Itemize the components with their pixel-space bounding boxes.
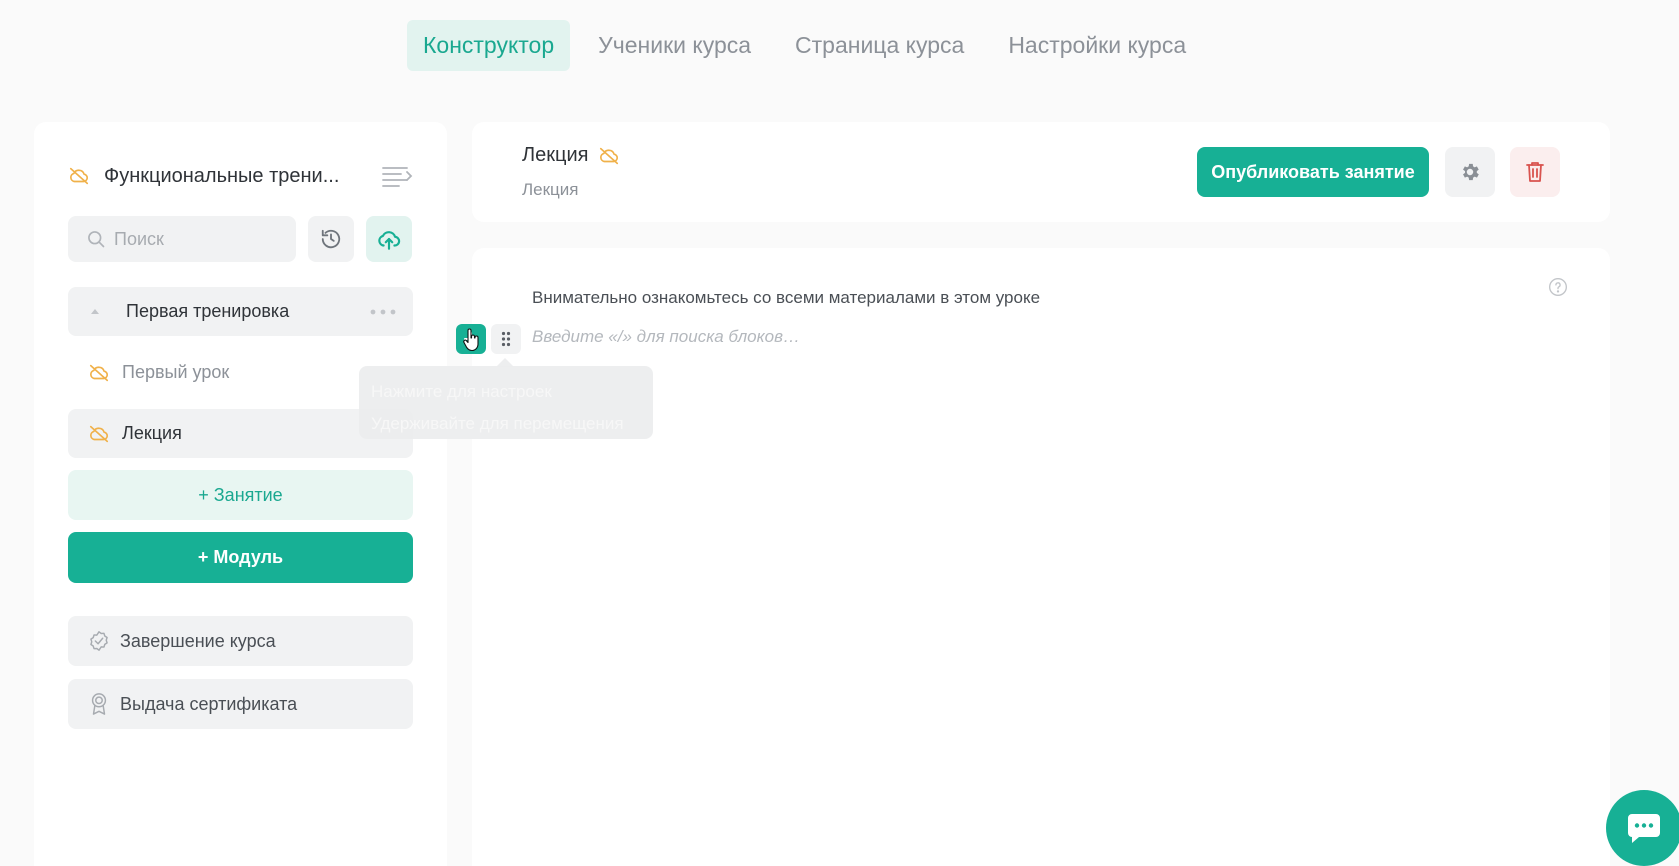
upload-button[interactable] [366, 216, 412, 262]
delete-lesson-button[interactable] [1510, 147, 1560, 197]
search-box [68, 216, 296, 262]
chat-bubble-icon [1626, 811, 1662, 845]
lesson-title-row: Лекция [522, 144, 620, 167]
course-sidebar: Функциональные трени... Поиск Первая тре… [34, 122, 447, 866]
history-button[interactable] [308, 216, 354, 262]
lesson-subtitle: Лекция [522, 180, 579, 199]
add-module-button[interactable]: + Модуль [68, 532, 413, 583]
tab-students[interactable]: Ученики курса [582, 20, 767, 71]
tooltip-line-2: Удерживайте для перемещения [371, 414, 624, 433]
chevron-up-icon[interactable] [90, 308, 100, 316]
course-completion-item[interactable]: Завершение курса [68, 616, 413, 666]
hidden-cloud-icon [598, 145, 620, 167]
cloud-upload-icon [376, 226, 402, 252]
lesson-editor: Внимательно ознакомьтесь со всеми матери… [472, 248, 1610, 866]
tab-constructor[interactable]: Конструктор [407, 20, 571, 71]
publish-lesson-button[interactable]: Опубликовать занятие [1197, 147, 1429, 197]
hidden-cloud-icon [68, 165, 90, 187]
hidden-cloud-icon [88, 423, 110, 445]
block-controls-tooltip: Нажмите для настроек Удерживайте для пер… [359, 366, 653, 439]
award-icon [88, 692, 110, 716]
hidden-cloud-icon [88, 362, 110, 384]
drag-handle-icon [501, 331, 511, 347]
module-label: Первая тренировка [126, 301, 290, 321]
editor-block-input[interactable]: Введите «/» для поиска блоков… [532, 327, 800, 347]
course-title: Функциональные трени... [104, 164, 340, 187]
certificate-item[interactable]: Выдача сертификата [68, 679, 413, 729]
top-tabs: Конструктор Ученики курса Страница курса… [407, 20, 1202, 71]
tooltip-line-1: Нажмите для настроек [371, 382, 552, 401]
list-indent-icon[interactable] [380, 161, 414, 191]
gear-icon [1459, 161, 1481, 183]
course-completion-label: Завершение курса [120, 630, 276, 651]
trash-icon [1526, 161, 1544, 183]
search-row [68, 216, 412, 262]
tab-course-page[interactable]: Страница курса [779, 20, 980, 71]
lesson-label: Первый урок [122, 362, 230, 382]
lesson-settings-button[interactable] [1445, 147, 1495, 197]
chat-widget-button[interactable] [1606, 790, 1679, 866]
course-title-row: Функциональные трени... [68, 158, 414, 194]
more-horizontal-icon[interactable] [363, 297, 403, 327]
module-item[interactable]: Первая тренировка [68, 287, 413, 336]
tab-course-settings[interactable]: Настройки курса [992, 20, 1202, 71]
question-circle-icon[interactable] [1548, 277, 1568, 297]
search-icon [86, 229, 106, 249]
lesson-title: Лекция [522, 144, 589, 166]
badge-check-icon [88, 630, 110, 652]
lesson-header: Лекция Лекция Опубликовать занятие [472, 122, 1610, 222]
editor-intro-text[interactable]: Внимательно ознакомьтесь со всеми матери… [532, 288, 1040, 308]
add-lesson-button[interactable]: + Занятие [68, 470, 413, 520]
drag-handle-button[interactable] [491, 324, 521, 354]
hand-cursor-icon [462, 328, 480, 352]
certificate-label: Выдача сертификата [120, 693, 298, 714]
lesson-label: Лекция [122, 423, 182, 443]
search-input[interactable] [114, 228, 274, 250]
history-icon [320, 228, 342, 250]
